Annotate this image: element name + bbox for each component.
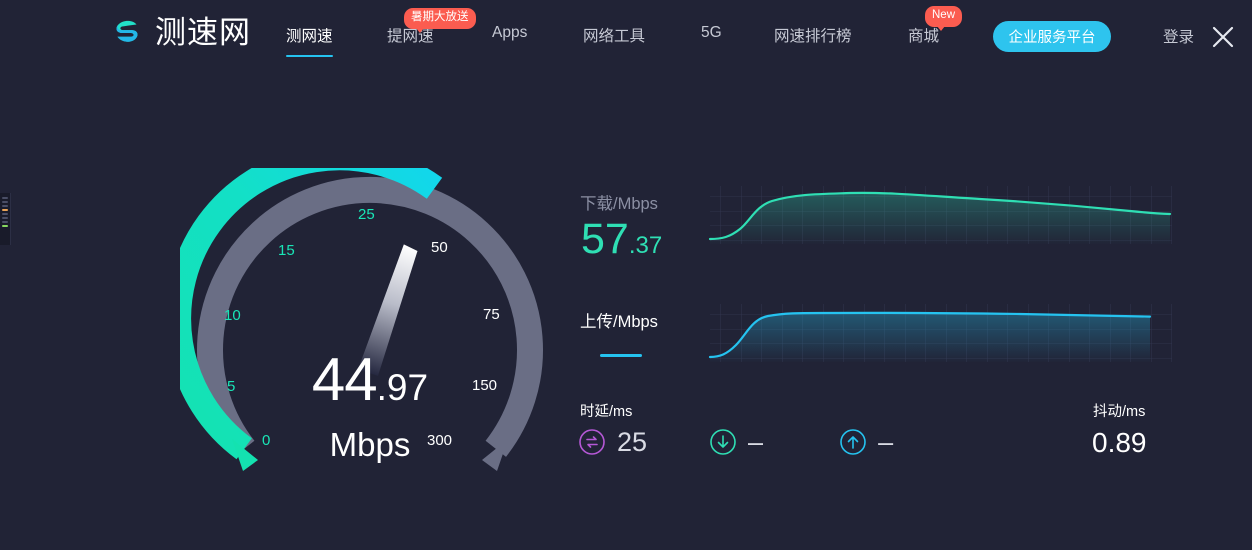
download-value: 57.37 (581, 218, 662, 261)
upload-latency-value: – (878, 426, 894, 457)
login-link[interactable]: 登录 (1163, 25, 1194, 47)
nav-item-nettools[interactable]: 网络工具 (583, 24, 645, 46)
jitter-caption: 抖动/ms (1093, 404, 1146, 420)
latency-exchange-icon (578, 428, 606, 456)
gauge-tick-10: 10 (224, 307, 241, 324)
latency-stat: 25 (578, 428, 647, 456)
download-label: 下载/Mbps (580, 195, 658, 213)
rail-line (2, 197, 8, 199)
rail-line (2, 221, 8, 223)
nav-item-store[interactable]: 商城 (908, 24, 939, 46)
brand-logo[interactable]: 测速网 (108, 14, 251, 52)
rail-line (2, 205, 8, 207)
gauge-unit: Mbps (329, 426, 411, 463)
gauge-tick-50: 50 (431, 239, 448, 256)
arrow-down-circle-icon (709, 428, 737, 456)
brand-name: 测速网 (155, 15, 251, 50)
rail-line (2, 213, 8, 215)
upload-value-placeholder (600, 354, 642, 357)
upload-chart (700, 300, 1172, 372)
badge-new: New (925, 6, 963, 30)
gauge-value-decimal: .97 (376, 367, 429, 408)
nav-item-speedtest[interactable]: 测网速 (286, 24, 333, 57)
nav-item-5g[interactable]: 5G (701, 24, 722, 42)
gauge-value: 44.97 (180, 350, 560, 410)
gauge-tick-75: 75 (483, 306, 500, 323)
badge-summer-promo: 暑期大放送 (404, 8, 476, 32)
speedtest-page: 测速网 测网速 提网速 Apps 网络工具 5G 网速排行榜 商城 暑期大放送 … (0, 0, 1252, 550)
download-latency-stat: – (709, 428, 763, 456)
nav-item-apps[interactable]: Apps (492, 24, 527, 42)
jitter-value: 0.89 (1092, 427, 1147, 458)
latency-stats-row: 25 – – (578, 428, 893, 456)
upload-label: 上传/Mbps (580, 313, 658, 331)
close-icon[interactable] (1208, 22, 1238, 52)
latency-caption: 时延/ms (580, 404, 633, 420)
download-value-decimal: .37 (628, 232, 663, 259)
arrow-up-circle-icon (839, 428, 867, 456)
gauge-value-integer: 44 (311, 346, 378, 413)
top-navbar: 测速网 测网速 提网速 Apps 网络工具 5G 网速排行榜 商城 暑期大放送 … (0, 0, 1252, 72)
gauge-tick-15: 15 (278, 242, 295, 259)
download-chart (700, 182, 1172, 254)
rail-line-orange (2, 209, 8, 211)
speed-gauge: 0 5 10 15 25 50 75 150 300 44.97 Mbps (180, 168, 560, 513)
speedtest-s-logo-icon (108, 14, 146, 52)
rail-line-green (2, 225, 8, 227)
latency-value: 25 (617, 426, 648, 457)
gauge-tick-25: 25 (358, 206, 375, 223)
rail-line (2, 217, 8, 219)
download-value-integer: 57 (581, 215, 629, 263)
download-latency-value: – (748, 426, 764, 457)
enterprise-service-button[interactable]: 企业服务平台 (993, 21, 1111, 52)
nav-item-ranking[interactable]: 网速排行榜 (774, 24, 852, 46)
rail-line (2, 201, 8, 203)
collapsed-panel-handle-icon[interactable] (0, 193, 11, 245)
upload-latency-stat: – (839, 428, 893, 456)
